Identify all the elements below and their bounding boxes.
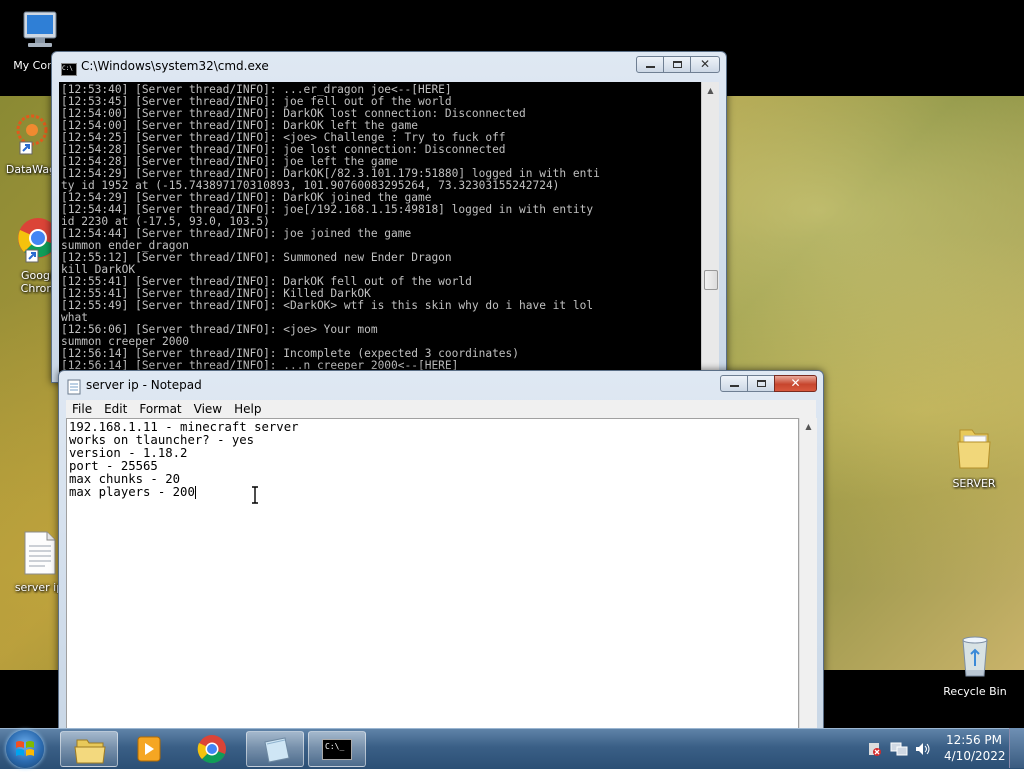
cmd-scroll-thumb[interactable] [704, 270, 718, 290]
cmd-close-button[interactable]: ✕ [690, 56, 720, 73]
cmd-icon-label: C:\_ [325, 742, 345, 751]
menu-view[interactable]: View [188, 400, 228, 418]
clock-time: 12:56 PM [946, 733, 1002, 747]
taskbar-notepad[interactable] [246, 731, 304, 767]
show-desktop-button[interactable] [1009, 728, 1024, 768]
menu-file[interactable]: File [66, 400, 98, 418]
notepad-menubar: File Edit Format View Help [66, 400, 816, 418]
desktop-icon-label: SERVER [952, 477, 996, 490]
taskbar-explorer[interactable] [60, 731, 118, 767]
notepad-line: max players - 200 [69, 485, 196, 499]
notepad-scrollbar[interactable]: ▲ [799, 418, 817, 741]
notepad-content: 192.168.1.11 - minecraft server works on … [69, 421, 299, 499]
cmd-icon: C:\_ [322, 739, 352, 760]
tray-clock[interactable]: 12:56 PM 4/10/2022 [944, 732, 1006, 764]
notepad-titlebar[interactable]: server ip - Notepad ✕ [59, 371, 823, 399]
recycle-bin-icon [935, 630, 1015, 683]
close-icon: ✕ [790, 376, 801, 390]
cmd-caption-buttons: ✕ [636, 56, 720, 74]
cmd-scrollbar[interactable]: ▲ [701, 82, 719, 382]
notepad-close-button[interactable]: ✕ [774, 375, 817, 392]
desktop-icon-recycle-bin[interactable]: Recycle Bin [935, 630, 1015, 698]
folder-icon [74, 739, 106, 764]
cmd-output-line: [12:55:12] [Server thread/INFO]: Summone… [61, 251, 452, 264]
tray-volume-icon[interactable] [914, 741, 932, 761]
cmd-output: [12:53:40] [Server thread/INFO]: ...er_d… [61, 84, 701, 372]
taskbar-cmd[interactable]: C:\_ [308, 731, 366, 767]
desktop-icon-label: Recycle Bin [943, 685, 1007, 698]
minimize-icon [730, 385, 739, 387]
cmd-console[interactable]: [12:53:40] [Server thread/INFO]: ...er_d… [59, 82, 701, 382]
media-player-icon [137, 736, 161, 762]
maximize-icon [757, 380, 766, 387]
desktop-icon-server-folder[interactable]: SERVER [937, 420, 1011, 490]
folder-icon [937, 420, 1011, 475]
start-button[interactable] [6, 730, 44, 768]
notepad-window[interactable]: server ip - Notepad ✕ File Edit Format V… [58, 370, 824, 742]
text-caret [194, 486, 196, 499]
taskbar-media-player[interactable] [120, 731, 178, 767]
close-icon: ✕ [699, 57, 711, 71]
notepad-icon [67, 379, 81, 399]
maximize-icon [673, 61, 682, 68]
clock-date: 4/10/2022 [944, 749, 1006, 763]
taskbar: C:\_ [0, 728, 1024, 769]
cmd-titlebar[interactable]: C:\ C:\Windows\system32\cmd.exe ✕ [52, 52, 726, 80]
notepad-text-area[interactable]: 192.168.1.11 - minecraft server works on … [66, 418, 799, 741]
tray-action-center-icon[interactable] [866, 741, 882, 761]
notepad-icon [264, 737, 290, 763]
notepad-minimize-button[interactable] [720, 375, 748, 392]
taskbar-chrome[interactable] [183, 731, 241, 767]
chrome-icon [197, 735, 226, 764]
menu-format[interactable]: Format [133, 400, 187, 418]
notepad-title: server ip - Notepad [86, 378, 202, 392]
notepad-caption-buttons: ✕ [720, 375, 817, 393]
cmd-title: C:\Windows\system32\cmd.exe [81, 59, 269, 73]
scroll-up-arrow-icon[interactable]: ▲ [800, 418, 817, 435]
minimize-icon [646, 66, 655, 68]
text-cursor-icon [252, 486, 258, 504]
tray-network-icon[interactable] [890, 741, 908, 761]
menu-edit[interactable]: Edit [98, 400, 133, 418]
cmd-icon: C:\ [61, 63, 77, 76]
scroll-up-arrow-icon[interactable]: ▲ [702, 82, 719, 99]
cmd-maximize-button[interactable] [663, 56, 691, 73]
cmd-output-line: [12:55:49] [Server thread/INFO]: <DarkOK… [61, 299, 594, 312]
cmd-window[interactable]: C:\ C:\Windows\system32\cmd.exe ✕ [12:53… [51, 51, 727, 383]
cmd-minimize-button[interactable] [636, 56, 664, 73]
notepad-maximize-button[interactable] [747, 375, 775, 392]
windows-logo-icon [16, 741, 34, 756]
computer-icon [2, 8, 76, 57]
menu-help[interactable]: Help [228, 400, 267, 418]
